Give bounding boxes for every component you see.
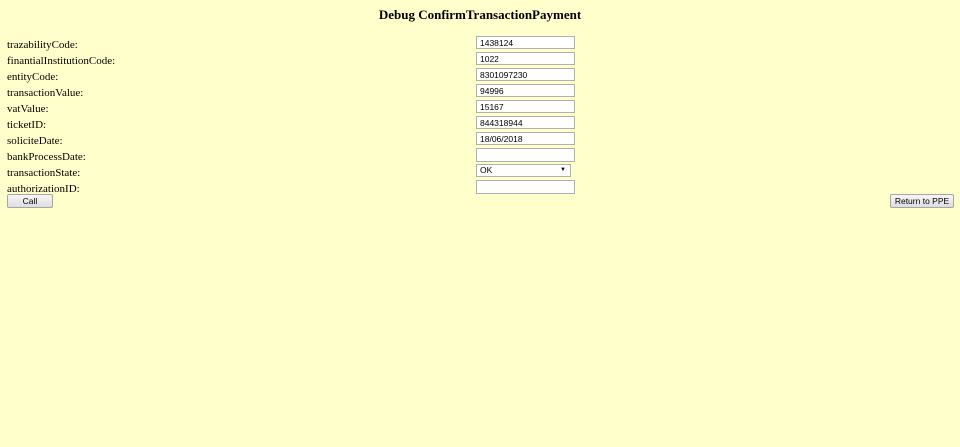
form-row-trazability-code: trazabilityCode: (0, 36, 960, 52)
form-row-authorization-id: authorizationID: (0, 180, 960, 196)
transaction-value-label: transactionValue: (7, 87, 84, 99)
form-row-transaction-state: transactionState: OK ▼ (0, 164, 960, 180)
finantial-institution-code-label: finantialInstitutionCode: (7, 55, 116, 67)
form-row-solicite-date: soliciteDate: (0, 132, 960, 148)
vat-value-input[interactable] (476, 100, 575, 113)
entity-code-input[interactable] (476, 68, 575, 81)
bank-process-date-label: bankProcessDate: (7, 151, 86, 163)
return-to-ppe-button[interactable]: Return to PPE (890, 194, 954, 208)
finantial-institution-code-input[interactable] (476, 52, 575, 65)
transaction-state-select[interactable]: OK ▼ (476, 164, 571, 177)
ticket-id-label: ticketID: (7, 119, 47, 131)
debug-form: trazabilityCode: finantialInstitutionCod… (0, 36, 960, 196)
vat-value-label: vatValue: (7, 103, 49, 115)
form-row-entity-code: entityCode: (0, 68, 960, 84)
authorization-id-input[interactable] (476, 180, 575, 194)
page-title: Debug ConfirmTransactionPayment (378, 7, 582, 22)
call-button[interactable]: Call (7, 194, 53, 208)
trazability-code-label: trazabilityCode: (7, 39, 78, 51)
ticket-id-input[interactable] (476, 116, 575, 129)
transaction-value-input[interactable] (476, 84, 575, 97)
solicite-date-input[interactable] (476, 132, 575, 145)
trazability-code-input[interactable] (476, 36, 575, 49)
form-row-finantial-institution-code: finantialInstitutionCode: (0, 52, 960, 68)
bank-process-date-input[interactable] (476, 148, 575, 162)
chevron-down-icon: ▼ (560, 167, 566, 173)
transaction-state-selected-value: OK (480, 165, 493, 175)
form-row-ticket-id: ticketID: (0, 116, 960, 132)
entity-code-label: entityCode: (7, 71, 59, 83)
solicite-date-label: soliciteDate: (7, 135, 63, 147)
form-row-vat-value: vatValue: (0, 100, 960, 116)
form-row-transaction-value: transactionValue: (0, 84, 960, 100)
transaction-state-label: transactionState: (7, 167, 81, 179)
form-row-bank-process-date: bankProcessDate: (0, 148, 960, 164)
